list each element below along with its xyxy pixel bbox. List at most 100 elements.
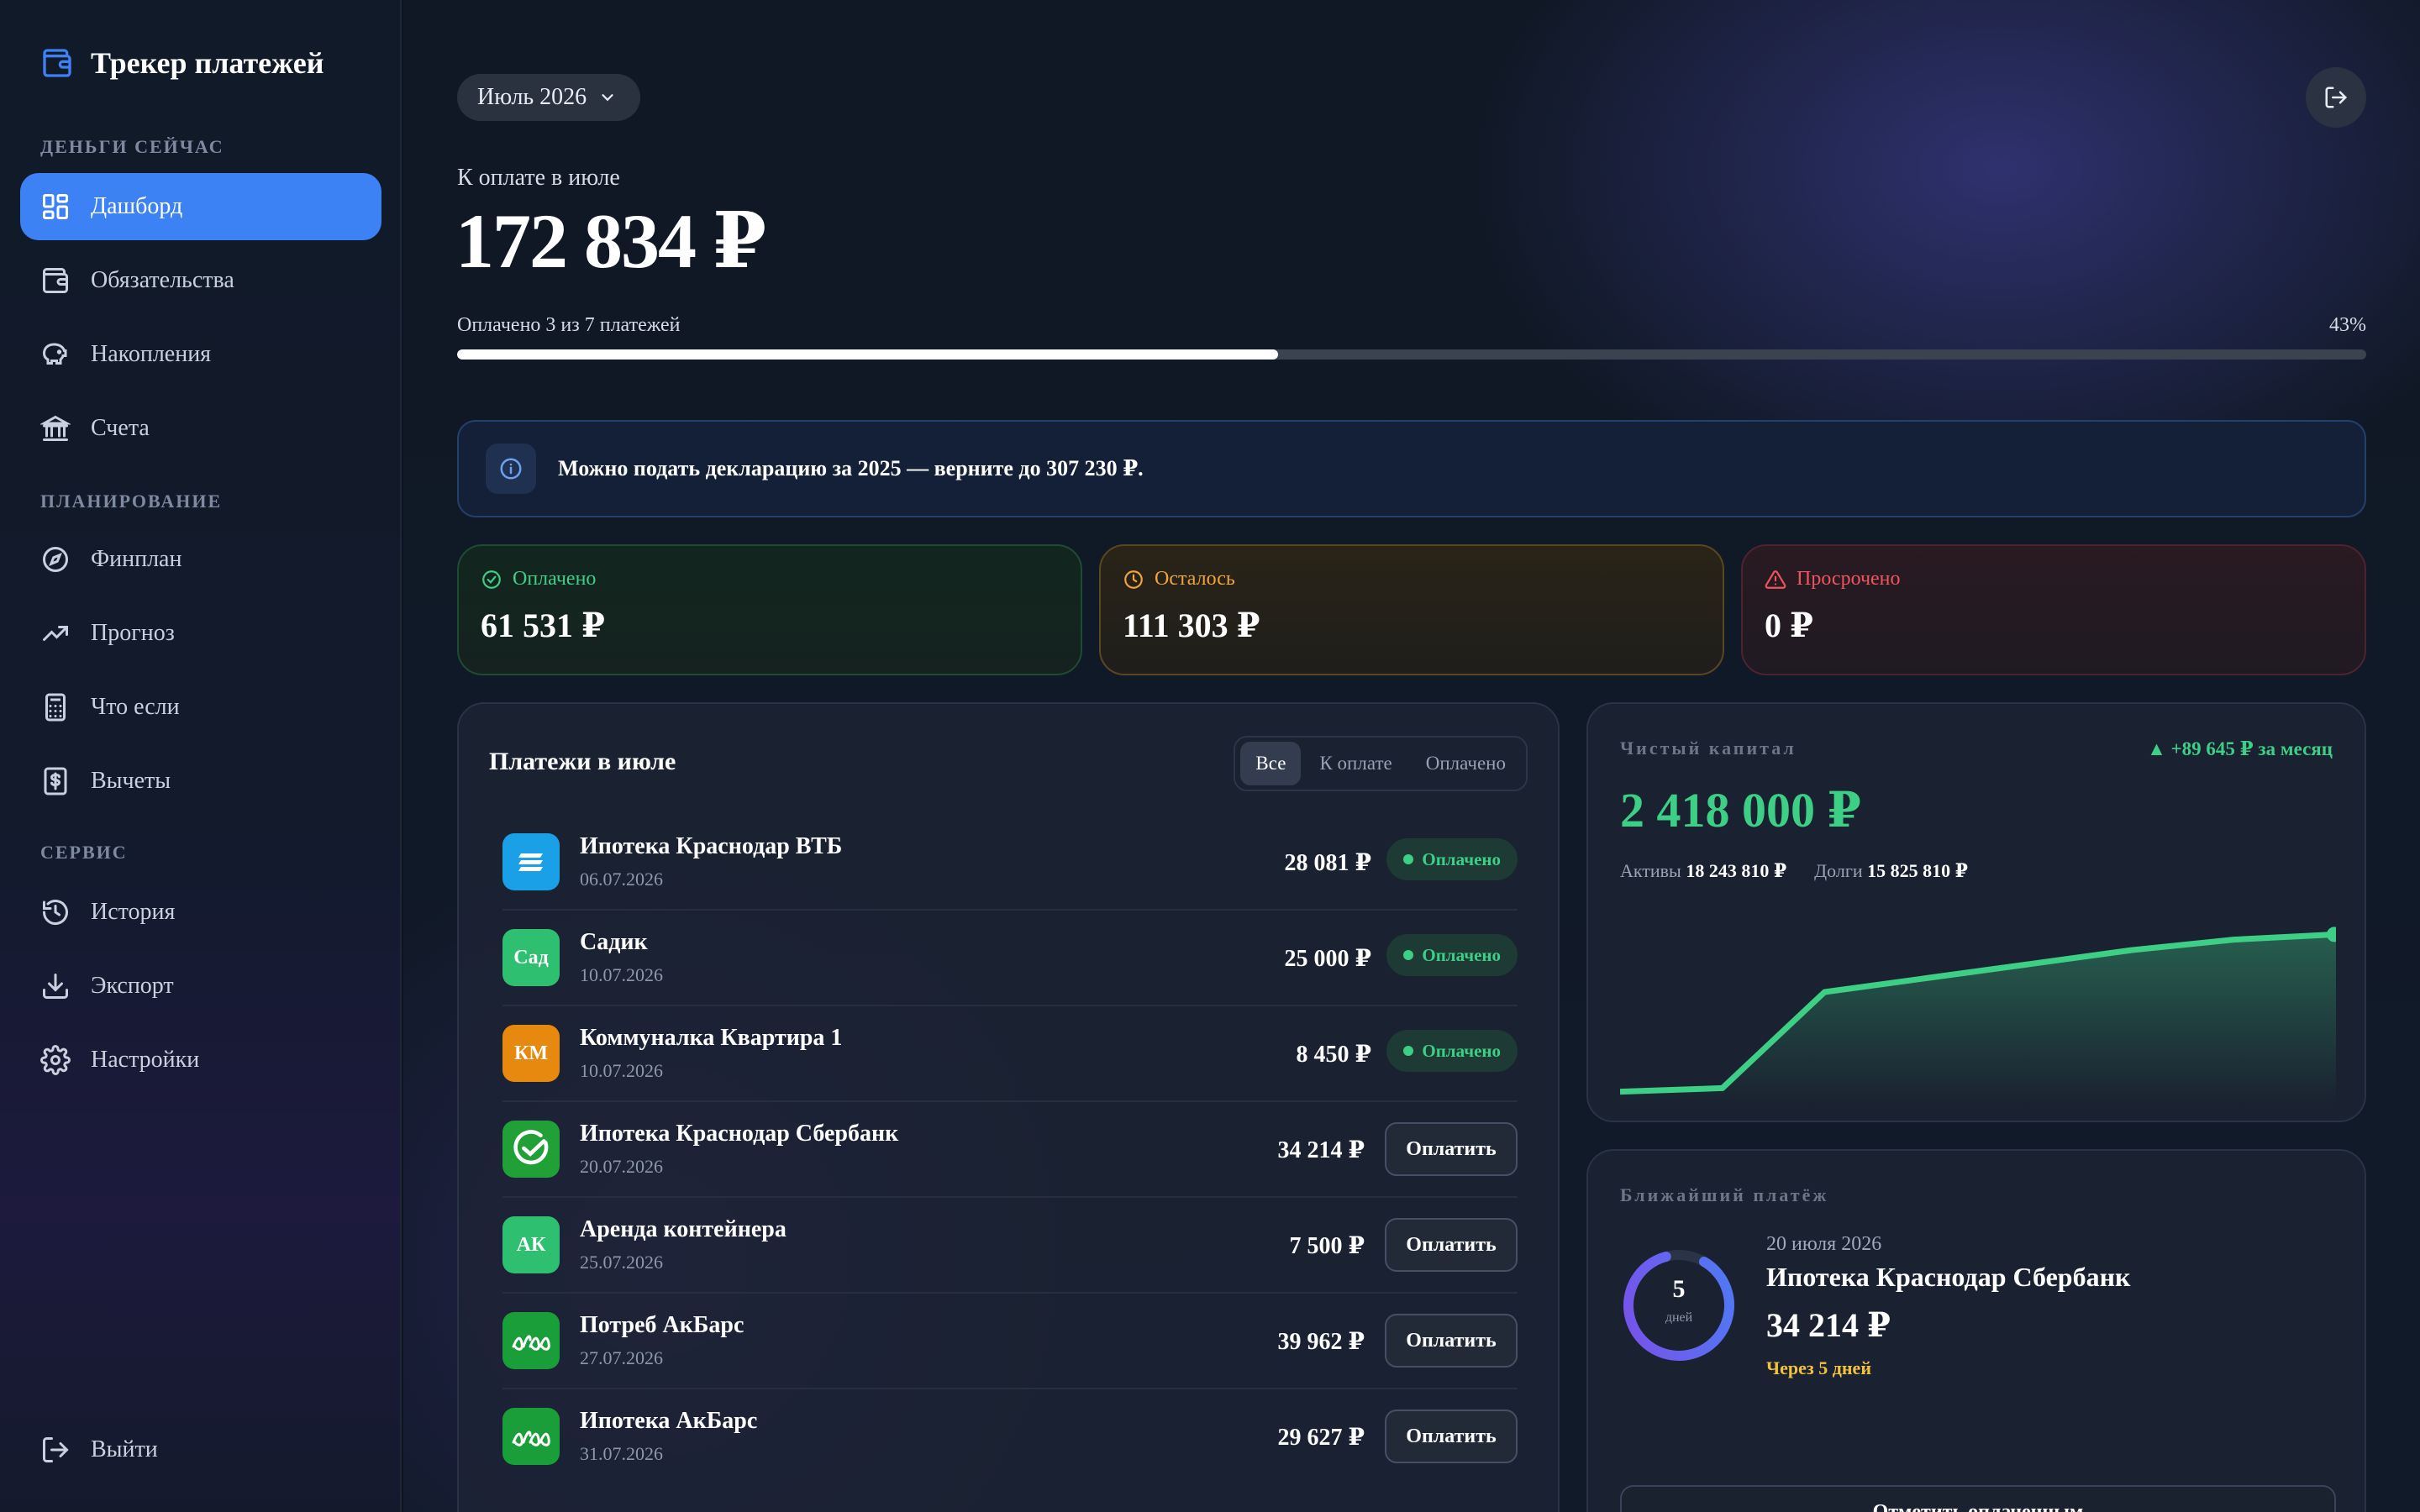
progress-fill [457, 349, 1278, 360]
sidebar-item-what-if[interactable]: Что если [20, 674, 381, 741]
payment-amount: 34 214 ₽ [1277, 1137, 1365, 1163]
wallet-icon [43, 49, 71, 77]
chevron-down-icon [602, 94, 613, 102]
payment-name: Потреб АкБарс [580, 1312, 744, 1338]
stat-card-remaining: Осталось 111 303 ₽ [1099, 544, 1724, 675]
stat-value: 0 ₽ [1765, 606, 1813, 644]
logout-icon [2325, 87, 2348, 108]
bank-icon [40, 415, 71, 441]
progress-bar [457, 349, 2366, 360]
payment-row[interactable]: КМ Коммуналка Квартира 1 10.07.2026 8 450 ₽… [502, 1006, 1518, 1102]
history-icon [43, 900, 68, 926]
payment-row[interactable]: Ипотека АкБарс 31.07.2026 29 627 ₽ Оплатить [502, 1389, 1518, 1485]
logout-label: Выйти [91, 1436, 158, 1462]
month-selector[interactable]: Июль 2026 [457, 74, 641, 121]
nearest-date: 20 июля 2026 [1766, 1233, 1882, 1255]
sidebar-item-label: Дашборд [91, 193, 183, 219]
payment-name: Коммуналка Квартира 1 [580, 1025, 843, 1051]
payment-logo: Сад [502, 929, 560, 986]
sidebar-item-label: Обязательства [91, 267, 234, 293]
filter-to-pay[interactable]: К оплате [1304, 742, 1407, 785]
sidebar-item-label: Накопления [91, 341, 212, 367]
sidebar-item-export[interactable]: Экспорт [20, 953, 381, 1020]
days-unit: дней [1665, 1310, 1693, 1325]
brand[interactable]: Трекер платежей [40, 45, 324, 81]
payments-title: Платежи в июле [489, 748, 676, 775]
sidebar-item-settings[interactable]: Настройки [20, 1026, 381, 1094]
trend-up-icon [43, 626, 68, 641]
mark-paid-button[interactable]: Отметить оплаченным [1620, 1485, 2336, 1512]
sidebar-item-label: Настройки [91, 1047, 200, 1073]
status-label: Оплачено [1422, 944, 1501, 965]
status-dot [1403, 1046, 1414, 1056]
payment-date: 25.07.2026 [580, 1252, 663, 1273]
sidebar-item-label: Финплан [91, 546, 182, 572]
banner-text: Можно подать декларацию за 2025 — вернит… [558, 456, 1144, 480]
days-ring [1623, 1250, 1734, 1361]
payment-row[interactable]: Ипотека Краснодар Сбербанк 20.07.2026 34 2… [502, 1102, 1518, 1198]
check-circle-icon [482, 570, 501, 589]
pay-button[interactable]: Оплатить [1385, 1122, 1518, 1176]
payment-row[interactable]: Потреб АкБарс 27.07.2026 39 962 ₽ Оплатить [502, 1294, 1518, 1389]
sidebar-item-accounts[interactable]: Счета [20, 395, 381, 462]
app-title: Трекер платежей [91, 46, 324, 80]
payment-logo [502, 1408, 560, 1465]
payment-logo [502, 833, 560, 890]
info-icon [486, 444, 536, 494]
stat-value: 61 531 ₽ [481, 606, 605, 644]
nearest-label: Ближайший платёж [1620, 1184, 1829, 1205]
progress-percent: 43% [2329, 314, 2366, 336]
status-label: Оплачено [1422, 1040, 1501, 1061]
sidebar-item-dashboard[interactable]: Дашборд [20, 173, 381, 240]
sidebar-item-label: Вычеты [91, 768, 171, 794]
stat-label: Осталось [1155, 568, 1235, 590]
clock-icon [1124, 570, 1143, 589]
nearest-name: Ипотека Краснодар Сбербанк [1766, 1262, 2131, 1292]
sidebar-logout[interactable]: Выйти [20, 1416, 381, 1483]
payment-name: Ипотека АкБарс [580, 1408, 758, 1434]
sidebar-item-savings[interactable]: Накопления [20, 321, 381, 388]
sidebar: Трекер платежей Деньги сейчас Дашборд Об… [0, 0, 402, 1512]
sidebar-item-label: Что если [91, 694, 180, 720]
payment-logo: КМ [502, 1025, 560, 1082]
status-badge-paid: Оплачено [1386, 838, 1518, 880]
dollar-document-icon [44, 767, 67, 795]
due-amount: 172 834 ₽ [455, 198, 766, 284]
payment-row[interactable]: Сад Садик 10.07.2026 25 000 ₽ Оплачено [502, 911, 1518, 1006]
logout-icon [43, 1437, 69, 1462]
payment-date: 10.07.2026 [580, 1060, 663, 1081]
payments-card: Платежи в июле Все К оплате Оплачено Ипо… [457, 702, 1560, 1512]
pay-button[interactable]: Оплатить [1385, 1314, 1518, 1368]
month-label: Июль 2026 [477, 84, 587, 110]
payment-logo: АК [502, 1216, 560, 1273]
tax-deduction-banner[interactable]: Можно подать декларацию за 2025 — вернит… [457, 420, 2366, 517]
dashboard-grid-icon [43, 194, 68, 219]
networth-chart [1620, 927, 2336, 1107]
payment-amount: 39 962 ₽ [1277, 1329, 1365, 1355]
payment-row[interactable]: Ипотека Краснодар ВТБ 06.07.2026 28 081 ₽ О… [502, 815, 1518, 911]
payment-name: Ипотека Краснодар ВТБ [580, 833, 843, 859]
logout-button[interactable] [2306, 67, 2366, 128]
filter-paid[interactable]: Оплачено [1411, 742, 1521, 785]
sidebar-item-history[interactable]: История [20, 879, 381, 946]
networth-breakdown: Активы 18 243 810 ₽ Долги 15 825 810 ₽ [1620, 860, 1968, 882]
payment-name: Ипотека Краснодар Сбербанк [580, 1121, 899, 1147]
assets-value: 18 243 810 ₽ [1686, 860, 1787, 881]
pay-button[interactable]: Оплатить [1385, 1218, 1518, 1272]
filter-all[interactable]: Все [1240, 742, 1302, 785]
payment-date: 10.07.2026 [580, 964, 663, 985]
sidebar-item-label: Прогноз [91, 620, 175, 646]
sidebar-item-deductions[interactable]: Вычеты [20, 748, 381, 815]
payment-amount: 28 081 ₽ [1284, 850, 1371, 876]
section-label-money-now: Деньги сейчас [40, 136, 224, 157]
payment-date: 27.07.2026 [580, 1347, 663, 1368]
sidebar-item-finplan[interactable]: Финплан [20, 526, 381, 593]
networth-change: ▲ +89 645 ₽ за месяц [2147, 738, 2333, 759]
pay-button[interactable]: Оплатить [1385, 1410, 1518, 1463]
progress-text: Оплачено 3 из 7 платежей [457, 314, 681, 336]
wallet-icon [43, 268, 68, 293]
sidebar-item-forecast[interactable]: Прогноз [20, 600, 381, 667]
sidebar-item-obligations[interactable]: Обязательства [20, 247, 381, 314]
payment-row[interactable]: АК Аренда контейнера 25.07.2026 7 500 ₽ Опла… [502, 1198, 1518, 1294]
payment-name: Аренда контейнера [580, 1216, 786, 1242]
